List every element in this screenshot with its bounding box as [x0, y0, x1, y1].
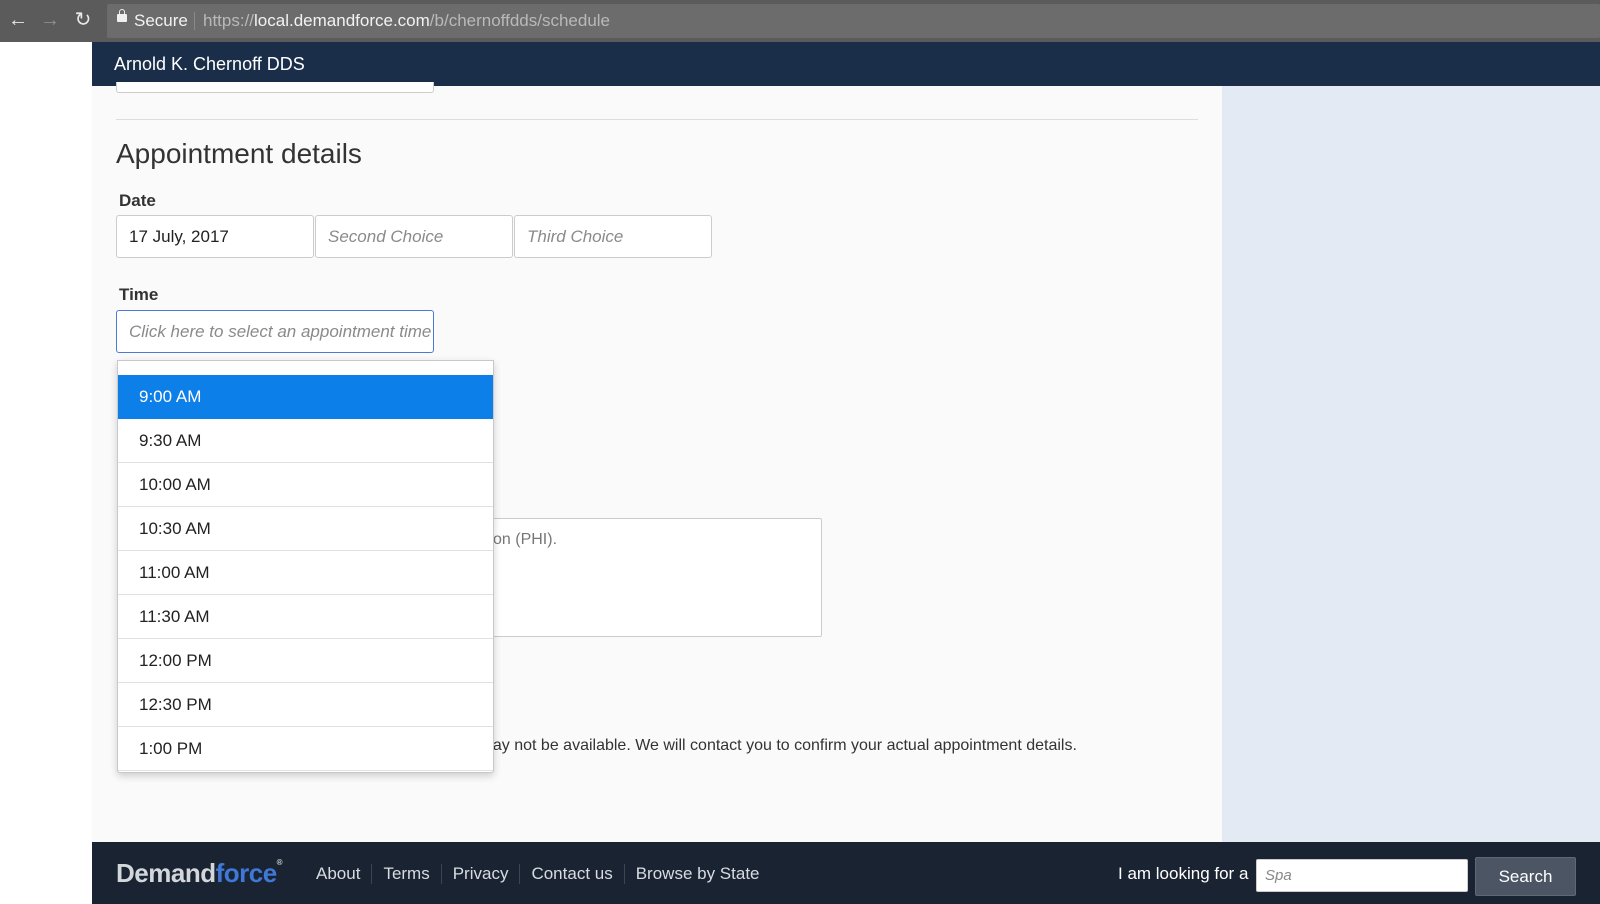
- practice-header: Arnold K. Chernoff DDS: [92, 42, 1600, 86]
- time-dropdown-list[interactable]: 9:00 AM 9:30 AM 10:00 AM 10:30 AM 11:00 …: [117, 360, 494, 773]
- comments-textarea[interactable]: tion (PHI).: [484, 518, 822, 637]
- side-panel: [1222, 86, 1600, 842]
- reload-icon[interactable]: ↻: [72, 9, 94, 31]
- time-option[interactable]: 12:30 PM: [118, 683, 493, 727]
- dropdown-top-padding: [118, 361, 493, 375]
- address-bar[interactable]: Secure https://local.demandforce.com/b/c…: [107, 4, 1600, 38]
- page-left-gutter: [0, 42, 93, 904]
- forward-arrow-icon[interactable]: →: [39, 9, 61, 31]
- availability-notice: nay not be available. We will contact yo…: [484, 737, 1077, 754]
- search-button[interactable]: Search: [1475, 857, 1576, 896]
- date-third-choice-input[interactable]: Third Choice: [514, 215, 712, 258]
- time-option[interactable]: 9:30 AM: [118, 419, 493, 463]
- time-option[interactable]: 9:00 AM: [118, 375, 493, 419]
- footer-link-contact[interactable]: Contact us: [519, 864, 623, 884]
- browser-toolbar: ← → ↻ Secure https://local.demandforce.c…: [0, 0, 1600, 42]
- time-option[interactable]: 10:00 AM: [118, 463, 493, 507]
- date-label: Date: [119, 191, 156, 210]
- lock-icon: [117, 9, 127, 22]
- section-divider: [116, 119, 1198, 120]
- previous-field-bottom[interactable]: [116, 82, 434, 93]
- footer-link-terms[interactable]: Terms: [371, 864, 440, 884]
- site-footer: Demandforce® About Terms Privacy Contact…: [92, 842, 1600, 904]
- date-second-choice-input[interactable]: Second Choice: [315, 215, 513, 258]
- time-option[interactable]: 11:30 AM: [118, 595, 493, 639]
- footer-link-about[interactable]: About: [305, 864, 371, 884]
- url-text[interactable]: https://local.demandforce.com/b/chernoff…: [203, 11, 610, 31]
- time-option[interactable]: 11:00 AM: [118, 551, 493, 595]
- practice-name: Arnold K. Chernoff DDS: [114, 54, 305, 74]
- footer-links: About Terms Privacy Contact us Browse by…: [305, 864, 771, 884]
- business-search-input[interactable]: Spa: [1256, 859, 1468, 892]
- time-option[interactable]: 10:30 AM: [118, 507, 493, 551]
- date-first-choice-input[interactable]: 17 July, 2017: [116, 215, 314, 258]
- looking-for-label: I am looking for a: [1118, 864, 1249, 883]
- section-title: Appointment details: [116, 138, 362, 169]
- time-option[interactable]: 1:00 PM: [118, 727, 493, 771]
- time-label: Time: [119, 285, 159, 304]
- address-separator: [194, 12, 195, 30]
- time-option[interactable]: 12:00 PM: [118, 639, 493, 683]
- footer-link-privacy[interactable]: Privacy: [440, 864, 520, 884]
- demandforce-logo[interactable]: Demandforce®: [116, 858, 283, 889]
- footer-link-browse-by-state[interactable]: Browse by State: [623, 864, 771, 884]
- comments-placeholder: tion (PHI).: [485, 531, 558, 548]
- back-arrow-icon[interactable]: ←: [7, 9, 29, 31]
- secure-label: Secure: [134, 11, 188, 30]
- time-select-input[interactable]: Click here to select an appointment time: [116, 310, 434, 353]
